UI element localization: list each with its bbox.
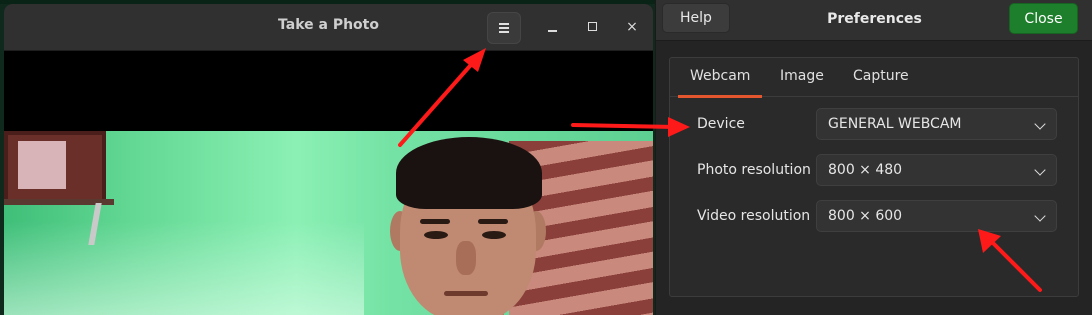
maximize-icon[interactable]: [583, 17, 603, 37]
device-value: GENERAL WEBCAM: [828, 116, 962, 132]
photo-window-titlebar: Take a Photo ×: [4, 4, 653, 51]
tab-image[interactable]: Image: [780, 68, 824, 84]
photo-resolution-dropdown[interactable]: 800 × 480: [816, 154, 1057, 186]
hamburger-menu-icon[interactable]: [487, 12, 521, 44]
preferences-panel: Webcam Image Capture Device GENERAL WEBC…: [669, 57, 1079, 297]
tab-capture[interactable]: Capture: [853, 68, 909, 84]
video-resolution-label: Video resolution: [697, 208, 811, 224]
preferences-dialog: Help Preferences Close Webcam Image Capt…: [655, 0, 1092, 315]
photo-resolution-value: 800 × 480: [828, 162, 903, 178]
close-icon[interactable]: ×: [622, 17, 642, 37]
chevron-down-icon: [1034, 118, 1046, 130]
video-resolution-dropdown[interactable]: 800 × 600: [816, 200, 1057, 232]
camera-preview: [4, 131, 653, 315]
device-dropdown[interactable]: GENERAL WEBCAM: [816, 108, 1057, 140]
chevron-down-icon: [1034, 210, 1046, 222]
wall-picture-frame: [4, 131, 106, 203]
photo-resolution-label: Photo resolution: [697, 162, 811, 178]
minimize-icon[interactable]: [543, 17, 563, 37]
device-label: Device: [697, 116, 745, 132]
preferences-headerbar: Help Preferences Close: [656, 0, 1092, 41]
close-button[interactable]: Close: [1009, 3, 1078, 34]
tab-bar: Webcam Image Capture: [670, 58, 1078, 98]
take-a-photo-window: Take a Photo ×: [4, 4, 653, 315]
tab-webcam[interactable]: Webcam: [677, 68, 763, 98]
video-resolution-value: 800 × 600: [828, 208, 903, 224]
chevron-down-icon: [1034, 164, 1046, 176]
